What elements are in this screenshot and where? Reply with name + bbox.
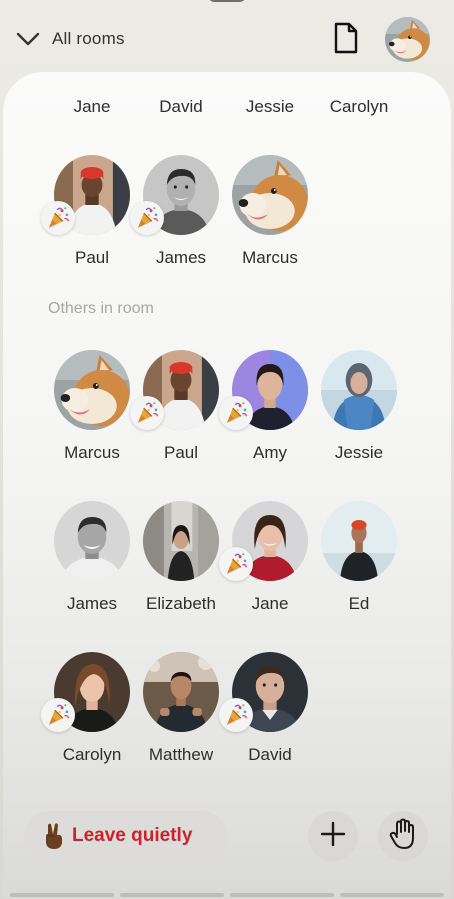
party-popper-icon [130, 396, 164, 430]
speaker-name[interactable]: Carolyn [309, 97, 409, 117]
gesture-bar [0, 893, 454, 897]
room-member[interactable]: Matthew [131, 652, 231, 772]
raise-hand-icon [389, 818, 417, 855]
avatar [143, 501, 219, 581]
speaker-name[interactable]: David [131, 97, 231, 117]
room-member[interactable]: Ed [309, 501, 409, 621]
person-name: Elizabeth [146, 594, 216, 613]
party-popper-icon [219, 396, 253, 430]
room-member[interactable]: Carolyn [41, 652, 142, 772]
document-button[interactable] [330, 22, 362, 58]
avatar [321, 501, 397, 581]
all-rooms-label: All rooms [52, 29, 125, 48]
gesture-segment [340, 893, 444, 897]
profile-avatar[interactable] [385, 17, 430, 62]
leave-quietly-label: Leave quietly [72, 825, 193, 846]
leave-quietly-button[interactable]: Leave quietly [24, 811, 227, 861]
stage-person[interactable]: James [130, 155, 231, 275]
camera-notch [207, 0, 247, 2]
victory-hand-icon [42, 822, 66, 850]
person-name: Marcus [242, 248, 298, 267]
person-name: Amy [253, 443, 287, 462]
room-member[interactable]: Elizabeth [131, 501, 231, 621]
others-in-room-label: Others in room [48, 300, 154, 317]
person-name: Jane [251, 594, 289, 613]
party-popper-icon [130, 201, 164, 235]
avatar [54, 350, 130, 430]
person-name: Paul [74, 248, 110, 267]
all-rooms-dropdown[interactable]: All rooms [14, 22, 125, 56]
party-popper-icon [219, 698, 253, 732]
document-icon [333, 22, 359, 59]
person-name: Carolyn [62, 745, 122, 764]
party-popper-icon [41, 201, 75, 235]
speaker-name-row: Jane David Jessie Carolyn [0, 97, 454, 121]
person-name: James [66, 594, 118, 613]
room-member[interactable]: Paul [130, 350, 231, 470]
speaker-name[interactable]: Jessie [220, 97, 320, 117]
top-bar: All rooms [0, 0, 454, 80]
person-name: Paul [163, 443, 199, 462]
room-member[interactable]: James [42, 501, 142, 621]
room-member[interactable]: Amy [219, 350, 320, 470]
room-member[interactable]: David [219, 652, 320, 772]
chevron-down-icon [14, 25, 42, 53]
party-popper-icon [41, 698, 75, 732]
raise-hand-button[interactable] [378, 811, 428, 861]
avatar [54, 501, 130, 581]
avatar [321, 350, 397, 430]
room-member[interactable]: Jessie [309, 350, 409, 470]
stage-person[interactable]: Marcus [220, 155, 320, 275]
room-member[interactable]: Jane [219, 501, 320, 621]
person-name: Matthew [148, 745, 214, 764]
person-name: David [248, 745, 292, 764]
party-popper-icon [219, 547, 253, 581]
gesture-segment [10, 893, 114, 897]
speaker-name[interactable]: Jane [42, 97, 142, 117]
add-button[interactable] [308, 811, 358, 861]
gesture-segment [230, 893, 334, 897]
person-name: Jessie [334, 443, 384, 462]
avatar [232, 155, 308, 235]
plus-icon [320, 821, 346, 852]
stage-person[interactable]: Paul [41, 155, 142, 275]
avatar [143, 652, 219, 732]
bottom-action-bar: Leave quietly [0, 800, 454, 880]
room-member[interactable]: Marcus [42, 350, 142, 470]
person-name: James [155, 248, 207, 267]
person-name: Ed [348, 594, 370, 613]
gesture-segment [120, 893, 224, 897]
person-name: Marcus [64, 443, 120, 462]
